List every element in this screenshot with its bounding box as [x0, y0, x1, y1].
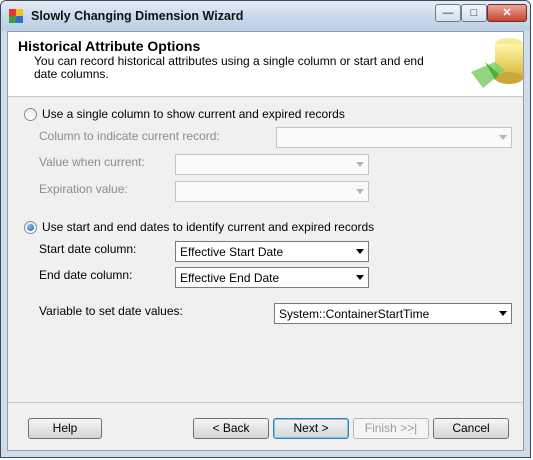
- expiration-value-dropdown[interactable]: [175, 181, 369, 202]
- date-variable-dropdown[interactable]: System::ContainerStartTime: [274, 303, 512, 324]
- start-date-column-label: Start date column:: [39, 242, 137, 256]
- current-record-column-dropdown[interactable]: [276, 127, 512, 148]
- title-bar[interactable]: Slowly Changing Dimension Wizard — □ ✕: [1, 1, 530, 31]
- start-end-dates-radio-label[interactable]: Use start and end dates to identify curr…: [42, 220, 374, 234]
- chevron-down-icon: [356, 189, 364, 194]
- single-column-radio-label[interactable]: Use a single column to show current and …: [42, 107, 345, 121]
- chevron-down-icon: [356, 162, 364, 167]
- expiration-value-label: Expiration value:: [39, 182, 128, 196]
- chevron-down-icon: [356, 249, 364, 254]
- footer-divider: [8, 402, 523, 403]
- current-record-column-label: Column to indicate current record:: [39, 129, 220, 143]
- chevron-down-icon: [356, 275, 364, 280]
- wizard-page: Historical Attribute Options You can rec…: [7, 31, 524, 451]
- wizard-banner-icon: [465, 32, 523, 92]
- single-column-radio[interactable]: [24, 108, 37, 121]
- end-date-column-label: End date column:: [39, 268, 133, 282]
- value-when-current-dropdown[interactable]: [175, 154, 369, 175]
- end-date-column-dropdown[interactable]: Effective End Date: [175, 267, 369, 288]
- page-header: Historical Attribute Options You can rec…: [8, 32, 523, 97]
- start-end-dates-radio[interactable]: [24, 221, 37, 234]
- page-title: Historical Attribute Options: [18, 38, 201, 54]
- start-date-column-dropdown[interactable]: Effective Start Date: [175, 241, 369, 262]
- cancel-button[interactable]: Cancel: [433, 418, 509, 439]
- back-button[interactable]: < Back: [193, 418, 269, 439]
- finish-button[interactable]: Finish >>|: [353, 418, 429, 439]
- chevron-down-icon: [499, 135, 507, 140]
- minimize-icon[interactable]: —: [435, 4, 461, 22]
- window-title: Slowly Changing Dimension Wizard: [31, 9, 244, 23]
- close-icon[interactable]: ✕: [487, 4, 527, 22]
- page-description: You can record historical attributes usi…: [34, 54, 424, 81]
- help-button[interactable]: Help: [28, 418, 102, 439]
- wizard-app-icon: [9, 9, 23, 23]
- chevron-down-icon: [499, 311, 507, 316]
- wizard-window: Slowly Changing Dimension Wizard — □ ✕ H…: [0, 0, 531, 458]
- next-button[interactable]: Next >: [273, 418, 349, 439]
- value-when-current-label: Value when current:: [39, 155, 145, 169]
- maximize-icon[interactable]: □: [461, 4, 487, 22]
- date-variable-label: Variable to set date values:: [39, 304, 183, 318]
